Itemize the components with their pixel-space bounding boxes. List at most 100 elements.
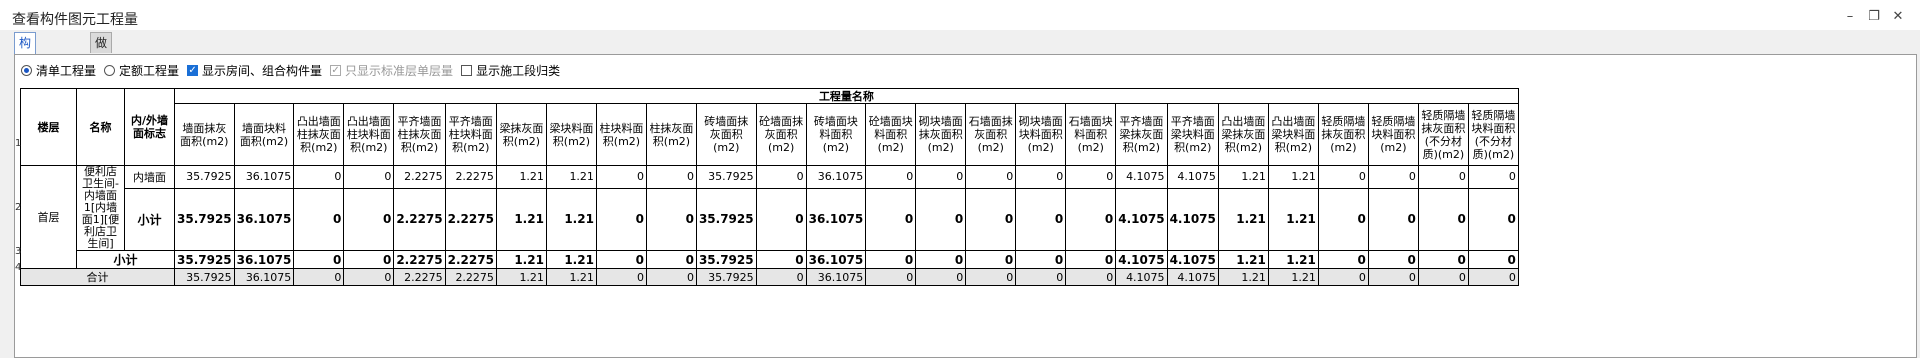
floor-cell[interactable]: 首层 [20,165,77,269]
column-header[interactable]: 砼墙面块料面积(m2) [865,103,917,166]
table-cell[interactable]: 0 [755,187,807,252]
radio-icon[interactable] [104,64,116,76]
table-cell[interactable]: 1.21 [495,268,547,286]
column-header[interactable]: 凸出墙面柱块料面积(m2) [343,103,395,166]
wall-flag-cell[interactable]: 内墙面 [124,165,175,189]
table-cell[interactable]: 4.1075 [1166,250,1219,269]
table-cell[interactable]: 0 [1417,165,1469,189]
table-cell[interactable]: 4.1075 [1166,268,1219,286]
table-cell[interactable]: 0 [595,268,647,286]
table-cell[interactable]: 0 [343,165,395,189]
table-cell[interactable]: 1.21 [495,165,547,189]
table-cell[interactable]: 0 [915,250,967,269]
column-header[interactable]: 梁抹灰面积(m2) [495,103,547,166]
table-cell[interactable]: 0 [755,268,807,286]
column-header[interactable]: 柱抹灰面积(m2) [645,103,697,166]
table-cell[interactable]: 1.21 [1267,268,1319,286]
table-cell[interactable]: 1.21 [1267,250,1319,269]
table-cell[interactable]: 36.1075 [805,268,867,286]
subtotal-label[interactable]: 小计 [124,187,175,252]
table-cell[interactable]: 0 [343,250,395,269]
column-header[interactable]: 墙面抹灰面积(m2) [174,103,235,166]
table-cell[interactable]: 0 [1417,250,1469,269]
column-header[interactable]: 石墙面抹灰面积(m2) [965,103,1017,166]
radio-selected-icon[interactable] [21,64,32,76]
checkbox-show-segment[interactable]: 显示施工段归类 [461,62,560,79]
table-cell[interactable]: 1.21 [495,187,547,252]
checkbox-checked-icon[interactable]: ✓ [187,64,199,76]
column-header[interactable]: 轻质隔墙块料面积(m2) [1367,103,1419,166]
column-header[interactable]: 平齐墙面柱抹灰面积(m2) [393,103,446,166]
tab-method-quantity[interactable]: 做法工程量 [90,32,113,130]
table-cell[interactable]: 0 [645,187,697,252]
column-header[interactable]: 凸出墙面柱抹灰面积(m2) [293,103,345,166]
column-header[interactable]: 凸出墙面梁抹灰面积(m2) [1217,103,1269,166]
table-cell[interactable]: 2.2275 [393,165,446,189]
table-cell[interactable]: 36.1075 [233,187,295,252]
table-cell[interactable]: 0 [1065,187,1117,252]
column-header[interactable]: 轻质隔墙块料面积(不分材质)(m2) [1467,103,1519,166]
table-cell[interactable]: 0 [1467,187,1519,252]
column-header[interactable]: 平齐墙面梁块料面积(m2) [1166,103,1219,166]
table-cell[interactable]: 1.21 [1267,165,1319,189]
table-cell[interactable]: 2.2275 [444,250,497,269]
column-header[interactable]: 梁块料面积(m2) [545,103,597,166]
table-cell[interactable]: 4.1075 [1115,268,1168,286]
table-cell[interactable]: 0 [865,250,917,269]
table-cell[interactable]: 0 [965,268,1017,286]
table-cell[interactable]: 1.21 [545,268,597,286]
table-cell[interactable]: 4.1075 [1166,187,1219,252]
table-cell[interactable]: 0 [1317,187,1369,252]
column-header[interactable]: 平齐墙面梁抹灰面积(m2) [1115,103,1168,166]
table-cell[interactable]: 0 [965,250,1017,269]
table-cell[interactable]: 0 [1367,268,1419,286]
table-cell[interactable]: 0 [1065,165,1117,189]
table-row-total[interactable]: 合计 35.7925 36.1075 0 0 2.2275 2.2275 1.21 1.21 0 0… [20,268,1519,286]
column-header[interactable]: 柱块料面积(m2) [595,103,647,166]
table-cell[interactable]: 36.1075 [233,250,295,269]
table-cell[interactable]: 1.21 [1267,187,1319,252]
table-cell[interactable]: 0 [915,187,967,252]
subtotal-label[interactable]: 小计 [76,250,175,269]
table-cell[interactable]: 0 [1015,268,1067,286]
table-cell[interactable]: 36.1075 [233,165,295,189]
name-cell[interactable]: 便利店卫生间-内墙面1[内墙面1][便利店卫生间] [76,165,125,251]
table-cell[interactable]: 35.7925 [174,268,235,286]
table-cell[interactable]: 0 [915,165,967,189]
table-cell[interactable]: 0 [1367,165,1419,189]
table-cell[interactable]: 1.21 [1217,165,1269,189]
table-row[interactable]: 首层 便利店卫生间-内墙面1[内墙面1][便利店卫生间] 内墙面 35.7925 36.… [20,165,1519,269]
table-cell[interactable]: 0 [645,165,697,189]
checkbox-show-room[interactable]: ✓ 显示房间、组合构件量 [187,62,322,79]
table-cell[interactable]: 0 [343,187,395,252]
radio-quota-quantity[interactable]: 定额工程量 [104,62,179,79]
table-cell[interactable]: 2.2275 [393,250,446,269]
table-cell[interactable]: 4.1075 [1166,165,1219,189]
table-cell[interactable]: 2.2275 [444,187,497,252]
table-cell[interactable]: 35.7925 [695,268,757,286]
total-label[interactable]: 合计 [20,268,175,286]
column-header[interactable]: 凸出墙面梁块料面积(m2) [1267,103,1319,166]
table-cell[interactable]: 0 [1015,165,1067,189]
table-cell[interactable]: 1.21 [545,250,597,269]
table-cell[interactable]: 0 [1367,250,1419,269]
table-cell[interactable]: 0 [1317,268,1369,286]
column-header[interactable]: 砌块墙面块料面积(m2) [1015,103,1067,166]
table-cell[interactable]: 1.21 [1217,187,1269,252]
table-row[interactable]: 小计 35.7925 36.1075 0 0 2.2275 2.2275 1.21 1.21 0 0… [21,187,1519,252]
table-cell[interactable]: 0 [865,187,917,252]
table-row[interactable]: 小计 35.7925 36.1075 0 0 2.2275 2.2275 1.21 1.21 0 0… [21,250,1519,269]
column-header[interactable]: 砖墙面抹灰面积(m2) [695,103,757,166]
table-cell[interactable]: 0 [965,187,1017,252]
table-cell[interactable]: 1.21 [545,165,597,189]
table-cell[interactable]: 0 [1065,268,1117,286]
tab-component-quantity[interactable]: 构件工程量 [14,32,37,130]
table-cell[interactable]: 36.1075 [233,268,295,286]
table-cell[interactable]: 4.1075 [1115,165,1168,189]
radio-bill-quantity[interactable]: 清单工程量 [21,62,96,79]
table-cell[interactable]: 0 [1015,250,1067,269]
table-cell[interactable]: 36.1075 [805,250,867,269]
table-cell[interactable]: 36.1075 [805,187,867,252]
column-header[interactable]: 砖墙面块料面积(m2) [805,103,867,166]
table-cell[interactable]: 0 [865,268,917,286]
